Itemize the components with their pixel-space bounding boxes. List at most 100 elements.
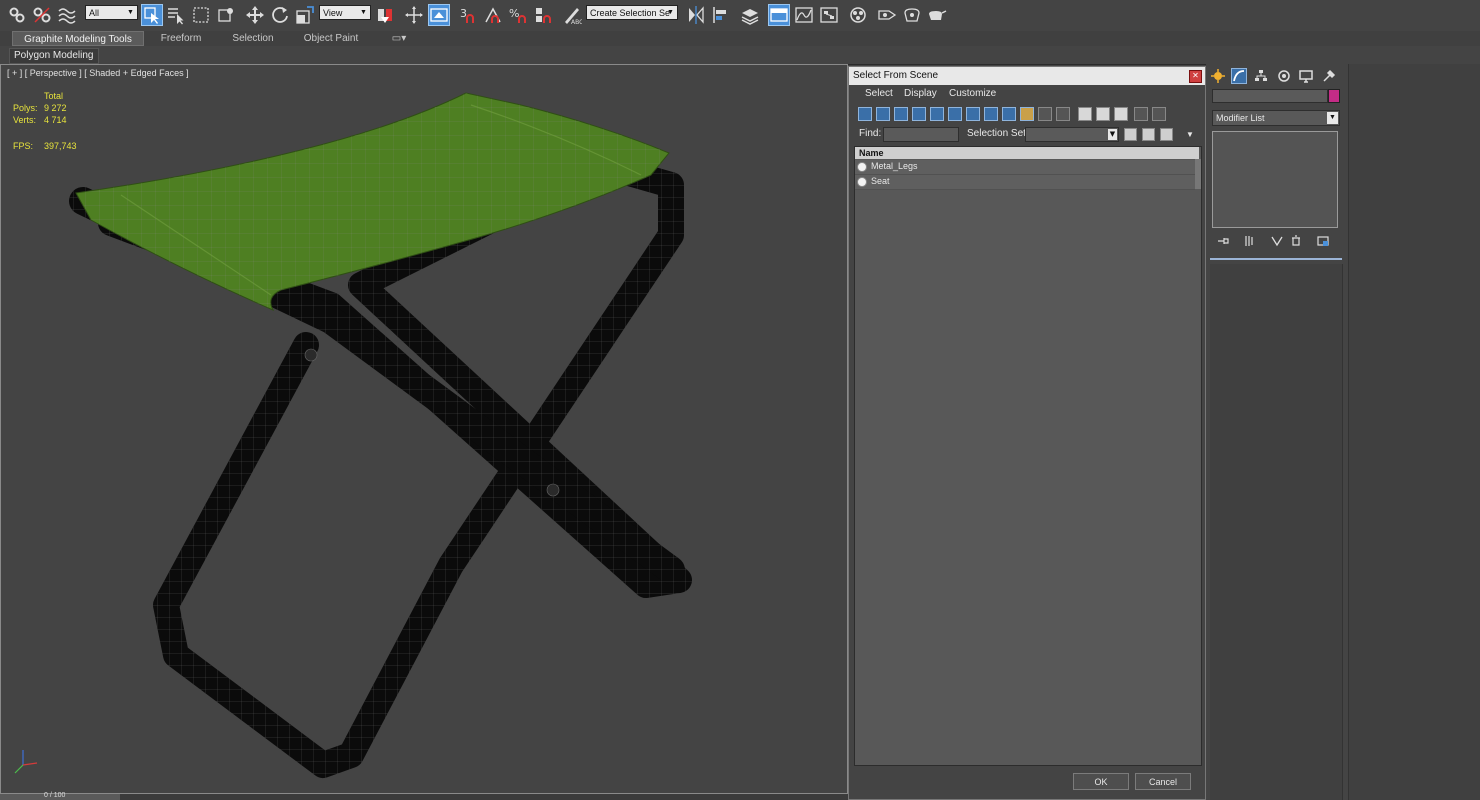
collapse-arrow-icon[interactable]: ▼ bbox=[1186, 130, 1194, 139]
stool-model[interactable] bbox=[1, 65, 847, 793]
render-setup-icon[interactable] bbox=[876, 4, 898, 26]
named-selection-sets-dropdown[interactable]: Create Selection Se ▼ bbox=[586, 5, 678, 20]
display-hidden-icon[interactable] bbox=[1056, 107, 1070, 121]
time-slider-track[interactable] bbox=[0, 794, 848, 800]
angle-snap-icon[interactable] bbox=[482, 4, 504, 26]
spinner-snap-icon[interactable] bbox=[532, 4, 554, 26]
close-icon[interactable]: ✕ bbox=[1189, 70, 1202, 83]
move-icon[interactable] bbox=[244, 4, 266, 26]
ok-button[interactable]: OK bbox=[1073, 773, 1129, 790]
filter-icon[interactable] bbox=[1134, 107, 1148, 121]
select-and-manipulate-icon[interactable] bbox=[403, 4, 425, 26]
svg-text:%: % bbox=[509, 7, 519, 20]
bind-to-space-warp-icon[interactable] bbox=[56, 4, 78, 26]
display-shapes-icon[interactable] bbox=[876, 107, 890, 121]
object-name-field[interactable] bbox=[1212, 89, 1328, 103]
display-geometry-icon[interactable] bbox=[858, 107, 872, 121]
filter-options-icon[interactable] bbox=[1152, 107, 1166, 121]
render-production-icon[interactable] bbox=[926, 4, 948, 26]
modifier-list-dropdown[interactable]: Modifier List ▼ bbox=[1212, 110, 1340, 126]
utilities-panel-icon[interactable] bbox=[1321, 68, 1337, 84]
unlink-selection-icon[interactable] bbox=[31, 4, 53, 26]
add-to-selection-set-icon[interactable] bbox=[1142, 128, 1155, 141]
rotate-icon[interactable] bbox=[269, 4, 291, 26]
remove-from-selection-set-icon[interactable] bbox=[1160, 128, 1173, 141]
mirror-icon[interactable] bbox=[685, 4, 707, 26]
show-end-result-icon[interactable] bbox=[1242, 234, 1256, 248]
modifier-stack[interactable] bbox=[1212, 131, 1338, 228]
motion-panel-icon[interactable] bbox=[1276, 68, 1292, 84]
find-input[interactable] bbox=[883, 127, 959, 142]
modify-panel-icon[interactable] bbox=[1231, 68, 1247, 84]
ribbon-tabs: Graphite Modeling Tools Freeform Selecti… bbox=[0, 31, 1480, 46]
align-icon[interactable] bbox=[710, 4, 732, 26]
snaps-toggle-icon[interactable]: 3 bbox=[457, 4, 479, 26]
list-scrollbar[interactable] bbox=[1195, 159, 1201, 189]
list-item[interactable]: Seat bbox=[855, 175, 1195, 190]
selection-set-label: Selection Set: bbox=[967, 128, 1029, 139]
column-header-name[interactable]: Name bbox=[855, 147, 1199, 159]
display-helpers-icon[interactable] bbox=[930, 107, 944, 121]
display-invert-icon[interactable] bbox=[1114, 107, 1128, 121]
menu-select[interactable]: Select bbox=[865, 88, 893, 99]
edit-named-selection-icon[interactable]: ABC bbox=[561, 4, 583, 26]
hierarchy-panel-icon[interactable] bbox=[1253, 68, 1269, 84]
ribbon-options-icon[interactable]: ▭▾ bbox=[386, 31, 412, 46]
display-lights-icon[interactable] bbox=[894, 107, 908, 121]
configure-modifier-sets-icon[interactable] bbox=[1316, 234, 1330, 248]
polygon-modeling-panel-button[interactable]: Polygon Modeling bbox=[9, 48, 99, 64]
display-xrefs-icon[interactable] bbox=[984, 107, 998, 121]
reference-coordinate-dropdown[interactable]: View ▼ bbox=[319, 5, 371, 20]
rectangular-selection-icon[interactable] bbox=[190, 4, 212, 26]
display-containers-icon[interactable] bbox=[1020, 107, 1034, 121]
select-object-icon[interactable] bbox=[141, 4, 163, 26]
graphite-modeling-tools-toggle-icon[interactable] bbox=[768, 4, 790, 26]
material-editor-icon[interactable] bbox=[847, 4, 869, 26]
display-none-icon[interactable] bbox=[1096, 107, 1110, 121]
tab-freeform[interactable]: Freeform bbox=[150, 31, 212, 46]
chevron-down-icon: ▼ bbox=[1108, 129, 1117, 140]
geometry-object-icon bbox=[857, 177, 867, 187]
tab-selection[interactable]: Selection bbox=[222, 31, 284, 46]
create-panel-icon[interactable] bbox=[1210, 68, 1226, 84]
selection-filter-dropdown[interactable]: All ▼ bbox=[85, 5, 138, 20]
rendered-frame-window-icon[interactable] bbox=[901, 4, 923, 26]
pin-stack-icon[interactable] bbox=[1216, 234, 1230, 248]
select-by-name-icon[interactable] bbox=[165, 4, 187, 26]
display-groups-icon[interactable] bbox=[966, 107, 980, 121]
window-crossing-icon[interactable] bbox=[215, 4, 237, 26]
scene-object-list[interactable]: Name Metal_Legs Seat bbox=[854, 146, 1202, 766]
frame-counter: 0 / 100 bbox=[44, 792, 66, 799]
svg-text:ABC: ABC bbox=[571, 19, 582, 25]
dialog-title: Select From Scene bbox=[849, 67, 1205, 85]
use-pivot-point-icon[interactable] bbox=[374, 4, 396, 26]
selection-filter-value: All bbox=[89, 8, 100, 18]
make-unique-icon[interactable] bbox=[1270, 234, 1284, 248]
display-all-icon[interactable] bbox=[1078, 107, 1092, 121]
select-from-scene-dialog: Select From Scene ✕ Select Display Custo… bbox=[848, 66, 1206, 800]
create-selection-set-icon[interactable] bbox=[1124, 128, 1137, 141]
select-and-link-icon[interactable] bbox=[6, 4, 28, 26]
tab-object-paint[interactable]: Object Paint bbox=[298, 31, 364, 46]
modifier-parameters-area[interactable] bbox=[1210, 264, 1343, 800]
display-space-warps-icon[interactable] bbox=[948, 107, 962, 121]
menu-display[interactable]: Display bbox=[904, 88, 937, 99]
tab-graphite-modeling-tools[interactable]: Graphite Modeling Tools bbox=[12, 31, 144, 46]
object-color-swatch[interactable] bbox=[1328, 89, 1340, 103]
layer-manager-icon[interactable] bbox=[739, 4, 761, 26]
display-bones-icon[interactable] bbox=[1002, 107, 1016, 121]
display-panel-icon[interactable] bbox=[1298, 68, 1314, 84]
display-cameras-icon[interactable] bbox=[912, 107, 926, 121]
remove-modifier-icon[interactable] bbox=[1289, 234, 1303, 248]
display-frozen-icon[interactable] bbox=[1038, 107, 1052, 121]
cancel-button[interactable]: Cancel bbox=[1135, 773, 1191, 790]
perspective-viewport[interactable]: [ + ] [ Perspective ] [ Shaded + Edged F… bbox=[0, 64, 848, 794]
keyboard-shortcut-override-icon[interactable] bbox=[428, 4, 450, 26]
percent-snap-icon[interactable]: % bbox=[507, 4, 529, 26]
curve-editor-icon[interactable] bbox=[793, 4, 815, 26]
list-item[interactable]: Metal_Legs bbox=[855, 160, 1195, 175]
menu-customize[interactable]: Customize bbox=[949, 88, 996, 99]
selection-set-dropdown[interactable]: ▼ bbox=[1025, 127, 1119, 142]
scale-icon[interactable] bbox=[294, 4, 316, 26]
schematic-view-icon[interactable] bbox=[818, 4, 840, 26]
